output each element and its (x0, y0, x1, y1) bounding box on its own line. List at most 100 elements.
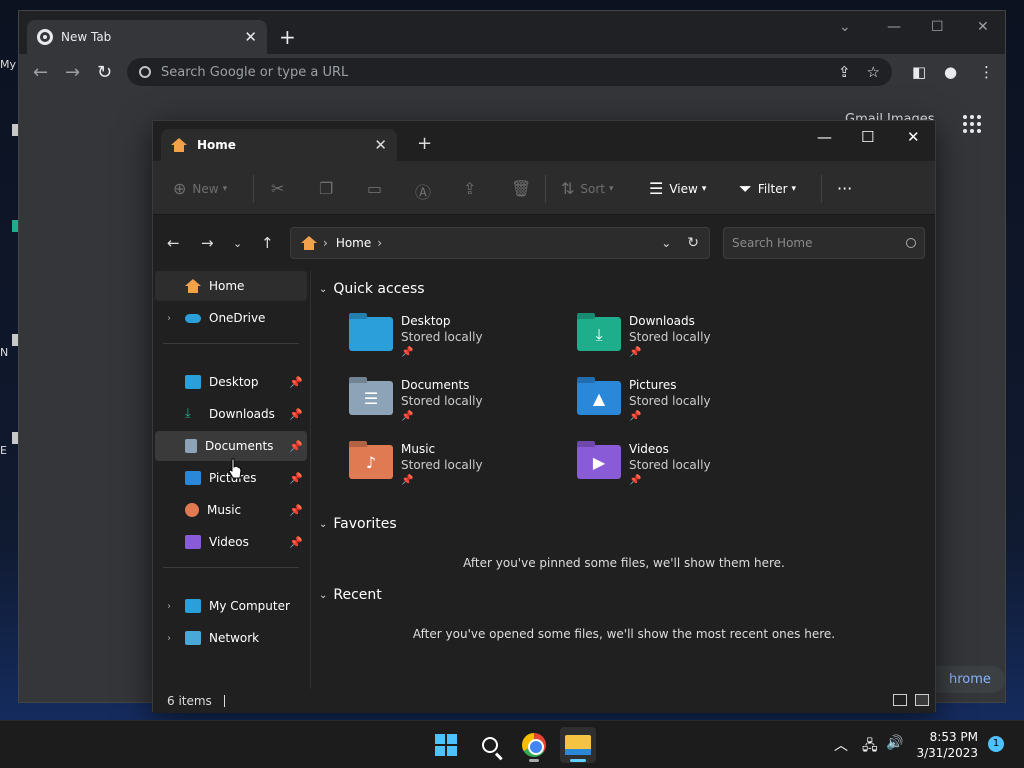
apps-grid-icon[interactable] (963, 115, 981, 133)
star-icon[interactable]: ☆ (867, 63, 880, 81)
notification-badge[interactable]: 1 (988, 736, 1004, 752)
share-icon[interactable]: ⇪ (463, 179, 482, 198)
chevron-right-icon[interactable]: › (167, 313, 185, 324)
tab-search-icon[interactable]: ⌄ (839, 19, 851, 35)
back-icon[interactable]: ← (33, 62, 48, 83)
close-icon[interactable]: ✕ (244, 28, 257, 46)
search-input[interactable]: Search Home (723, 227, 925, 259)
sidebar-item-onedrive[interactable]: › OneDrive (155, 303, 307, 333)
recent-locations-icon[interactable]: ⌄ (233, 237, 242, 250)
breadcrumb-home[interactable]: Home (336, 236, 371, 250)
rename-icon[interactable]: Ⓐ (415, 179, 437, 203)
chevron-right-icon[interactable]: › (167, 633, 185, 644)
taskbar-file-explorer[interactable] (560, 727, 596, 763)
explorer-tab-home[interactable]: Home ✕ (161, 129, 397, 161)
volume-icon[interactable]: 🔊 (886, 735, 903, 751)
sort-button[interactable]: ⇅ Sort ▾ (561, 179, 614, 198)
file-explorer-icon (565, 735, 591, 755)
chevron-down-icon: ▾ (701, 183, 707, 194)
sidebar-item-label: Documents (205, 439, 274, 453)
chevron-down-icon[interactable]: ⌄ (661, 236, 671, 250)
close-icon[interactable]: ✕ (374, 136, 387, 154)
chevron-up-icon[interactable]: ︿ (834, 735, 848, 755)
desktop-icon[interactable] (0, 124, 18, 136)
sidebar-item-home[interactable]: Home (155, 271, 307, 301)
favorites-header[interactable]: ⌄ Favorites (319, 516, 397, 532)
chevron-right-icon[interactable]: › (167, 601, 185, 612)
side-panel-icon[interactable]: ◧ (912, 63, 926, 81)
forward-icon[interactable]: → (201, 234, 214, 252)
sidebar-item-videos[interactable]: Videos 📌 (155, 527, 307, 557)
quick-access-music[interactable]: ♪ Music Stored locally 📌 (349, 441, 549, 497)
pin-icon: 📌 (401, 411, 414, 422)
omnibox[interactable]: Search Google or type a URL ⇪ ☆ (127, 58, 892, 86)
command-bar: ⊕ New ▾ ✂ ❐ ▭ Ⓐ ⇪ 🗑 ⇅ Sort ▾ ☰ View ▾ ⏷ … (153, 161, 935, 215)
tiles-view-icon[interactable] (915, 694, 929, 706)
start-button[interactable] (428, 727, 464, 763)
quick-access-desktop[interactable]: Desktop Stored locally 📌 (349, 313, 549, 369)
new-tab-button[interactable]: + (279, 25, 296, 49)
sidebar-item-music[interactable]: Music 📌 (155, 495, 307, 525)
up-icon[interactable]: ↑ (261, 234, 274, 252)
details-view-icon[interactable] (893, 694, 907, 706)
delete-icon[interactable]: 🗑 (511, 179, 537, 198)
reload-icon[interactable]: ↻ (97, 62, 112, 83)
taskbar-chrome[interactable] (516, 727, 552, 763)
chrome-tab-new-tab[interactable]: New Tab ✕ (27, 20, 267, 54)
quick-access-downloads[interactable]: ⤓ Downloads Stored locally 📌 (577, 313, 777, 369)
file-explorer-window: Home ✕ + — ☐ ✕ ⊕ New ▾ ✂ ❐ ▭ Ⓐ ⇪ 🗑 ⇅ Sor… (152, 120, 936, 713)
pin-icon: 📌 (289, 439, 303, 453)
address-bar[interactable]: › Home › ⌄ ↻ (290, 227, 710, 259)
filter-button[interactable]: ⏷ Filter ▾ (739, 179, 796, 199)
network-status-icon[interactable]: 🖧 (862, 735, 878, 759)
quick-access-pictures[interactable]: ▲ Pictures Stored locally 📌 (577, 377, 777, 433)
quick-access-videos[interactable]: ▶ Videos Stored locally 📌 (577, 441, 777, 497)
minimize-button[interactable]: — (817, 128, 832, 146)
sidebar-item-documents[interactable]: Documents 📌 (155, 431, 307, 461)
search-button[interactable] (472, 727, 508, 763)
profile-icon[interactable]: ● (944, 63, 957, 81)
new-label: New (192, 181, 219, 196)
forward-icon[interactable]: → (65, 62, 80, 83)
share-icon[interactable]: ⇪ (838, 63, 851, 81)
quick-access-header[interactable]: ⌄ Quick access (319, 281, 425, 297)
refresh-icon[interactable]: ↻ (687, 235, 699, 251)
pin-icon: 📌 (629, 411, 642, 422)
chevron-right-icon[interactable]: › (377, 236, 382, 250)
desktop-icon-my-computer[interactable]: My (0, 58, 18, 71)
pin-icon: 📌 (401, 347, 414, 358)
desktop-icon[interactable] (0, 220, 18, 232)
desktop-icon[interactable]: E (0, 432, 18, 457)
new-tab-button[interactable]: + (417, 133, 432, 154)
chevron-down-icon: ⌄ (319, 589, 328, 601)
quick-access-documents[interactable]: ☰ Documents Stored locally 📌 (349, 377, 549, 433)
pin-icon: 📌 (289, 535, 303, 549)
sidebar-item-my-computer[interactable]: › My Computer (155, 591, 307, 621)
filter-label: Filter (757, 182, 788, 196)
section-title: Quick access (333, 281, 425, 297)
maximize-button[interactable]: ☐ (931, 19, 944, 35)
copy-icon[interactable]: ❐ (319, 179, 339, 198)
sidebar-item-downloads[interactable]: ⤓ Downloads 📌 (155, 399, 307, 429)
desktop-icon-network[interactable]: N (0, 334, 18, 359)
cut-icon[interactable]: ✂ (271, 179, 290, 198)
navigation-pane: Home › OneDrive Desktop 📌 ⤓ Downloads 📌 … (153, 271, 311, 689)
system-clock[interactable]: 8:53 PM 3/31/2023 (916, 729, 978, 761)
view-button[interactable]: ☰ View ▾ (649, 179, 706, 198)
menu-icon[interactable]: ⋮ (979, 63, 994, 81)
chrome-tabstrip: New Tab ✕ + ⌄ — ☐ ✕ (19, 11, 1005, 54)
paste-icon[interactable]: ▭ (367, 179, 388, 198)
close-button[interactable]: ✕ (977, 19, 989, 35)
sidebar-item-label: Downloads (209, 407, 275, 421)
minimize-button[interactable]: — (887, 19, 901, 35)
close-button[interactable]: ✕ (907, 128, 920, 146)
recent-header[interactable]: ⌄ Recent (319, 587, 382, 603)
sidebar-item-network[interactable]: › Network (155, 623, 307, 653)
back-icon[interactable]: ← (167, 234, 180, 252)
maximize-button[interactable]: ☐ (861, 128, 874, 146)
sidebar-item-desktop[interactable]: Desktop 📌 (155, 367, 307, 397)
see-more-button[interactable]: ··· (837, 179, 852, 198)
new-button[interactable]: ⊕ New ▾ (173, 179, 227, 198)
item-status: Stored locally (401, 458, 483, 472)
sidebar-item-label: Desktop (209, 375, 259, 389)
